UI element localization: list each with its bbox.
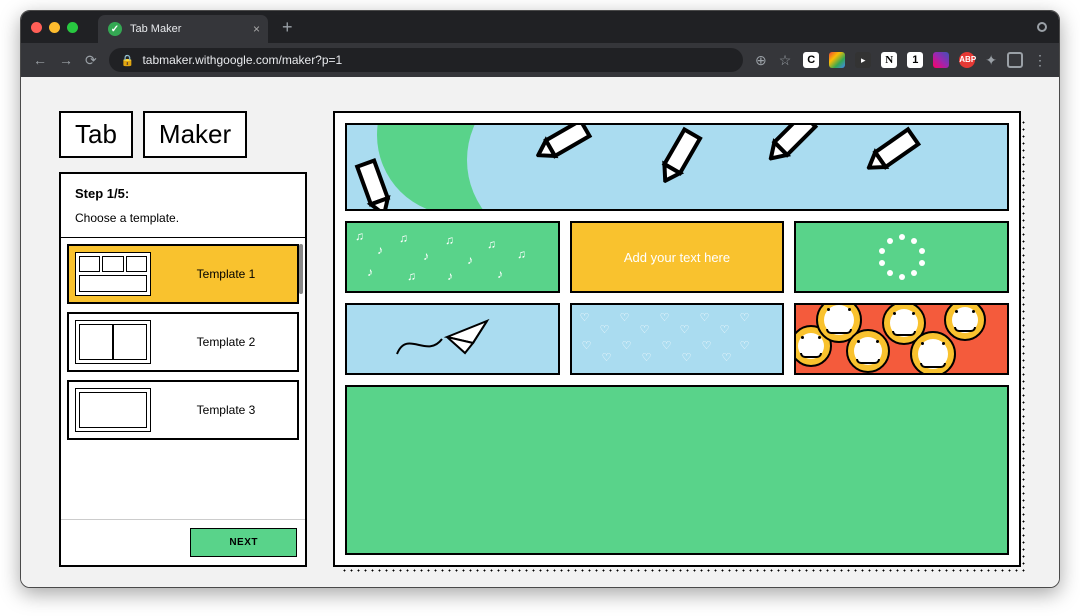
preview-card-hearts[interactable]: ♡♡ ♡♡ ♡♡ ♡♡ ♡♡ ♡♡ ♡♡ ♡♡ ♡♡ <box>570 303 785 375</box>
window-controls[interactable] <box>31 22 78 33</box>
extension-icon[interactable]: ▸ <box>855 52 871 68</box>
preview-card-smileys[interactable] <box>794 303 1009 375</box>
address-bar[interactable]: 🔒 tabmaker.withgoogle.com/maker?p=1 <box>109 48 743 72</box>
extension-icon[interactable] <box>829 52 845 68</box>
preview-area: ♫♪ ♫♪ ♫♪ ♪♫ ♪♫ ♪♫ Add your text here <box>333 111 1021 567</box>
step-panel: Step 1/5: Choose a template. Template 1 <box>59 172 307 567</box>
tab-title: Tab Maker <box>130 23 181 35</box>
zoom-window-button[interactable] <box>67 22 78 33</box>
template-label: Template 3 <box>161 403 291 417</box>
close-window-button[interactable] <box>31 22 42 33</box>
template-option-3[interactable]: Template 3 <box>67 380 299 440</box>
browser-menu-icon[interactable]: ⋮ <box>1033 52 1047 69</box>
preview-footer-card[interactable] <box>345 385 1009 555</box>
preview-card-paperplane[interactable] <box>345 303 560 375</box>
template-thumb-icon <box>75 388 151 432</box>
new-tab-button[interactable]: + <box>274 17 301 38</box>
browser-tab[interactable]: ✓ Tab Maker × <box>98 15 268 43</box>
account-icon[interactable] <box>1037 22 1047 32</box>
template-thumb-icon <box>75 320 151 364</box>
logo-word-2: Maker <box>143 111 247 158</box>
reload-button[interactable]: ⟳ <box>85 52 97 69</box>
extension-icon[interactable]: 1 <box>907 52 923 68</box>
step-subtitle: Choose a template. <box>75 211 291 225</box>
preview-hero-card[interactable] <box>345 123 1009 211</box>
extension-icon[interactable]: C <box>803 52 819 68</box>
placeholder-text: Add your text here <box>624 250 730 265</box>
lock-icon: 🔒 <box>121 54 135 67</box>
extension-icons: C ▸ N 1 ABP ✦ ⋮ <box>803 52 1047 69</box>
extension-icon[interactable] <box>933 52 949 68</box>
template-label: Template 1 <box>161 267 291 281</box>
next-button[interactable]: NEXT <box>190 528 297 557</box>
forward-button[interactable]: → <box>59 52 73 68</box>
scrollbar-thumb[interactable] <box>299 244 303 294</box>
tab-favicon: ✓ <box>108 22 122 36</box>
template-list[interactable]: Template 1 Template 2 Te <box>61 237 305 519</box>
app: Tab Maker Step 1/5: Choose a template. <box>59 111 1021 567</box>
step-footer: NEXT <box>61 519 305 565</box>
paper-plane-icon <box>387 309 517 369</box>
template-option-2[interactable]: Template 2 <box>67 312 299 372</box>
page-viewport: Tab Maker Step 1/5: Choose a template. <box>21 77 1059 587</box>
step-title: Step 1/5: <box>75 186 291 201</box>
template-label: Template 2 <box>161 335 291 349</box>
heart-ring-icon <box>876 231 928 283</box>
template-thumb-icon <box>75 252 151 296</box>
extension-icon[interactable] <box>1007 52 1023 68</box>
preview-card-music[interactable]: ♫♪ ♫♪ ♫♪ ♪♫ ♪♫ ♪♫ <box>345 221 560 293</box>
search-icon[interactable]: ⊕ <box>755 52 767 69</box>
extensions-puzzle-icon[interactable]: ✦ <box>985 52 997 69</box>
browser-window: ✓ Tab Maker × + ← → ⟳ 🔒 tabmaker.withgoo… <box>20 10 1060 588</box>
logo-word-1: Tab <box>59 111 133 158</box>
browser-tabstrip: ✓ Tab Maker × + <box>21 11 1059 43</box>
preview-card-heartring[interactable] <box>794 221 1009 293</box>
bookmark-star-icon[interactable]: ☆ <box>779 52 792 69</box>
back-button[interactable]: ← <box>33 52 47 68</box>
template-preview: ♫♪ ♫♪ ♫♪ ♪♫ ♪♫ ♪♫ Add your text here <box>333 111 1021 567</box>
logo: Tab Maker <box>59 111 307 158</box>
left-column: Tab Maker Step 1/5: Choose a template. <box>59 111 307 567</box>
extension-icon[interactable]: N <box>881 52 897 68</box>
url-text: tabmaker.withgoogle.com/maker?p=1 <box>142 53 342 67</box>
preview-card-text[interactable]: Add your text here <box>570 221 785 293</box>
minimize-window-button[interactable] <box>49 22 60 33</box>
browser-toolbar: ← → ⟳ 🔒 tabmaker.withgoogle.com/maker?p=… <box>21 43 1059 77</box>
extension-icon[interactable]: ABP <box>959 52 975 68</box>
template-option-1[interactable]: Template 1 <box>67 244 299 304</box>
close-tab-button[interactable]: × <box>253 22 260 36</box>
